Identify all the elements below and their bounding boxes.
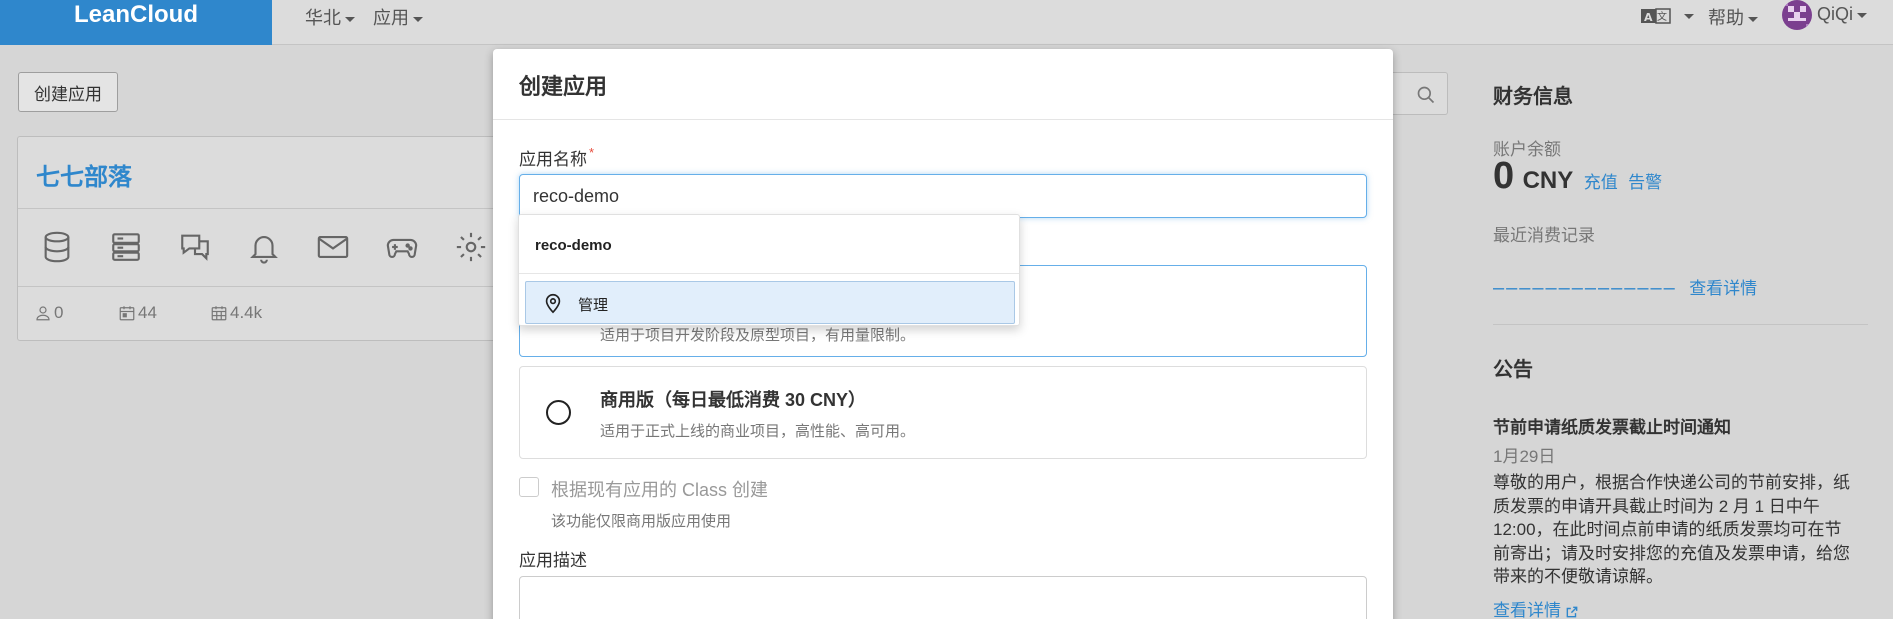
brand-logo[interactable]: LeanCloud xyxy=(0,0,272,45)
required-marker: * xyxy=(589,145,595,160)
external-link-icon xyxy=(1567,606,1578,618)
days-count: 44 xyxy=(138,303,157,322)
create-app-modal: 创建应用 应用名称* 适用于项目开发阶段及原型项目，有用量限制。 商用版（每日最… xyxy=(493,49,1393,619)
autocomplete-dropdown: reco-demo 管理 xyxy=(518,214,1020,326)
app-name-input[interactable] xyxy=(519,174,1367,218)
requests-count: 4.4k xyxy=(230,303,263,322)
user-menu[interactable]: QiQi xyxy=(1817,4,1867,25)
app-desc-label: 应用描述 xyxy=(519,551,587,570)
apps-menu[interactable]: 应用 xyxy=(373,4,423,30)
app-name-label: 应用名称 * xyxy=(519,145,594,170)
plan-desc: 适用于正式上线的商业项目，高性能、高可用。 xyxy=(600,423,916,440)
alert-link[interactable]: 告警 xyxy=(1628,173,1662,192)
finance-title: 财务信息 xyxy=(1493,86,1573,108)
notice-date: 1月29日 xyxy=(1493,447,1556,466)
divider xyxy=(1493,324,1868,325)
notice-line: 质发票的申请开具截止时间为 2 月 1 日中午 xyxy=(1493,496,1820,516)
app-name-label-text: 应用名称 xyxy=(519,150,587,169)
chevron-down-icon xyxy=(345,16,355,22)
balance-unit: CNY xyxy=(1522,167,1574,194)
search-icon xyxy=(1417,86,1435,104)
language-icon[interactable]: A 文 xyxy=(1641,6,1677,26)
manage-option[interactable]: 管理 xyxy=(525,281,1015,324)
help-menu[interactable]: 帮助 xyxy=(1708,4,1758,30)
calendar-grid-icon xyxy=(211,306,227,321)
avatar[interactable] xyxy=(1782,0,1812,30)
notice-line: 12:00，在此时间点前申请的纸质发票均可在节 xyxy=(1493,520,1842,539)
notice-heading[interactable]: 节前申请纸质发票截止时间通知 xyxy=(1493,413,1731,438)
calendar-icon xyxy=(119,306,135,321)
plan-desc: 适用于项目开发阶段及原型项目，有用量限制。 xyxy=(600,327,916,344)
database-icon[interactable] xyxy=(40,230,74,264)
user-icon xyxy=(36,306,50,321)
manage-option-label: 管理 xyxy=(578,297,609,314)
balance-value: 0 xyxy=(1493,155,1515,197)
chat-icon[interactable] xyxy=(178,230,212,264)
plan-title: 商用版（每日最低消费 30 CNY） xyxy=(600,390,867,410)
gear-icon[interactable] xyxy=(454,230,488,264)
radio-unchecked[interactable] xyxy=(546,400,571,425)
user-name: QiQi xyxy=(1817,4,1853,24)
location-pin-icon xyxy=(545,293,561,314)
modal-title: 创建应用 xyxy=(493,49,1393,120)
notice-line: 带来的不便敬请谅解。 xyxy=(1493,567,1663,586)
autocomplete-suggestion[interactable]: reco-demo xyxy=(535,237,612,254)
divider xyxy=(18,208,506,209)
app-card[interactable]: 七七部落 0 44 4.4k xyxy=(17,136,507,341)
notice-link[interactable]: 查看详情 xyxy=(1493,596,1579,619)
details-link[interactable]: 查看详情 xyxy=(1689,279,1757,298)
divider xyxy=(519,273,1019,274)
recent-spending-label: 最近消费记录 xyxy=(1493,226,1595,245)
balance-row: 0 CNY 充值 告警 xyxy=(1493,155,1662,198)
apps-label: 应用 xyxy=(373,8,409,28)
chevron-down-icon xyxy=(1857,12,1867,18)
stat-requests: 4.4k xyxy=(210,303,262,323)
notice-link-label: 查看详情 xyxy=(1493,601,1561,619)
svg-text:A: A xyxy=(1644,11,1653,24)
stat-users: 0 xyxy=(34,303,63,323)
region-label: 华北 xyxy=(305,8,341,28)
clone-class-hint: 该功能仅限商用版应用使用 xyxy=(551,513,732,530)
notice-title: 公告 xyxy=(1493,359,1533,381)
chevron-down-icon xyxy=(1748,16,1758,22)
region-menu[interactable]: 华北 xyxy=(305,4,355,30)
plan-option-business[interactable]: 商用版（每日最低消费 30 CNY） 适用于正式上线的商业项目，高性能、高可用。 xyxy=(519,366,1367,459)
clone-class-label: 根据现有应用的 Class 创建 xyxy=(551,480,769,500)
create-app-button[interactable]: 创建应用 xyxy=(18,72,118,112)
server-icon[interactable] xyxy=(109,230,143,264)
chevron-down-icon xyxy=(1684,14,1694,19)
divider xyxy=(18,286,506,287)
notice-body: 尊敬的用户，根据合作快递公司的节前安排，纸 质发票的申请开具截止时间为 2 月 … xyxy=(1493,471,1873,589)
notice-line: 前寄出；请及时安排您的充值及发票申请，给您 xyxy=(1493,543,1850,563)
clone-class-checkbox[interactable] xyxy=(519,477,539,497)
notice-line: 尊敬的用户，根据合作快递公司的节前安排，纸 xyxy=(1493,473,1850,492)
mail-icon[interactable] xyxy=(316,230,350,264)
help-label: 帮助 xyxy=(1708,8,1744,28)
gamepad-icon[interactable] xyxy=(385,230,419,264)
app-title[interactable]: 七七部落 xyxy=(36,157,132,192)
app-desc-textarea[interactable] xyxy=(519,576,1367,619)
recharge-link[interactable]: 充值 xyxy=(1584,173,1618,192)
chevron-down-icon xyxy=(413,16,423,22)
users-count: 0 xyxy=(54,303,64,322)
top-navbar: LeanCloud 华北 应用 A 文 帮助 QiQi xyxy=(0,0,1893,45)
bell-icon[interactable] xyxy=(247,230,281,264)
stat-days: 44 xyxy=(118,303,157,323)
spending-placeholder: –––––––––––––– xyxy=(1493,277,1677,299)
recent-spending-row: –––––––––––––– 查看详情 xyxy=(1493,274,1757,300)
svg-text:文: 文 xyxy=(1657,10,1667,23)
